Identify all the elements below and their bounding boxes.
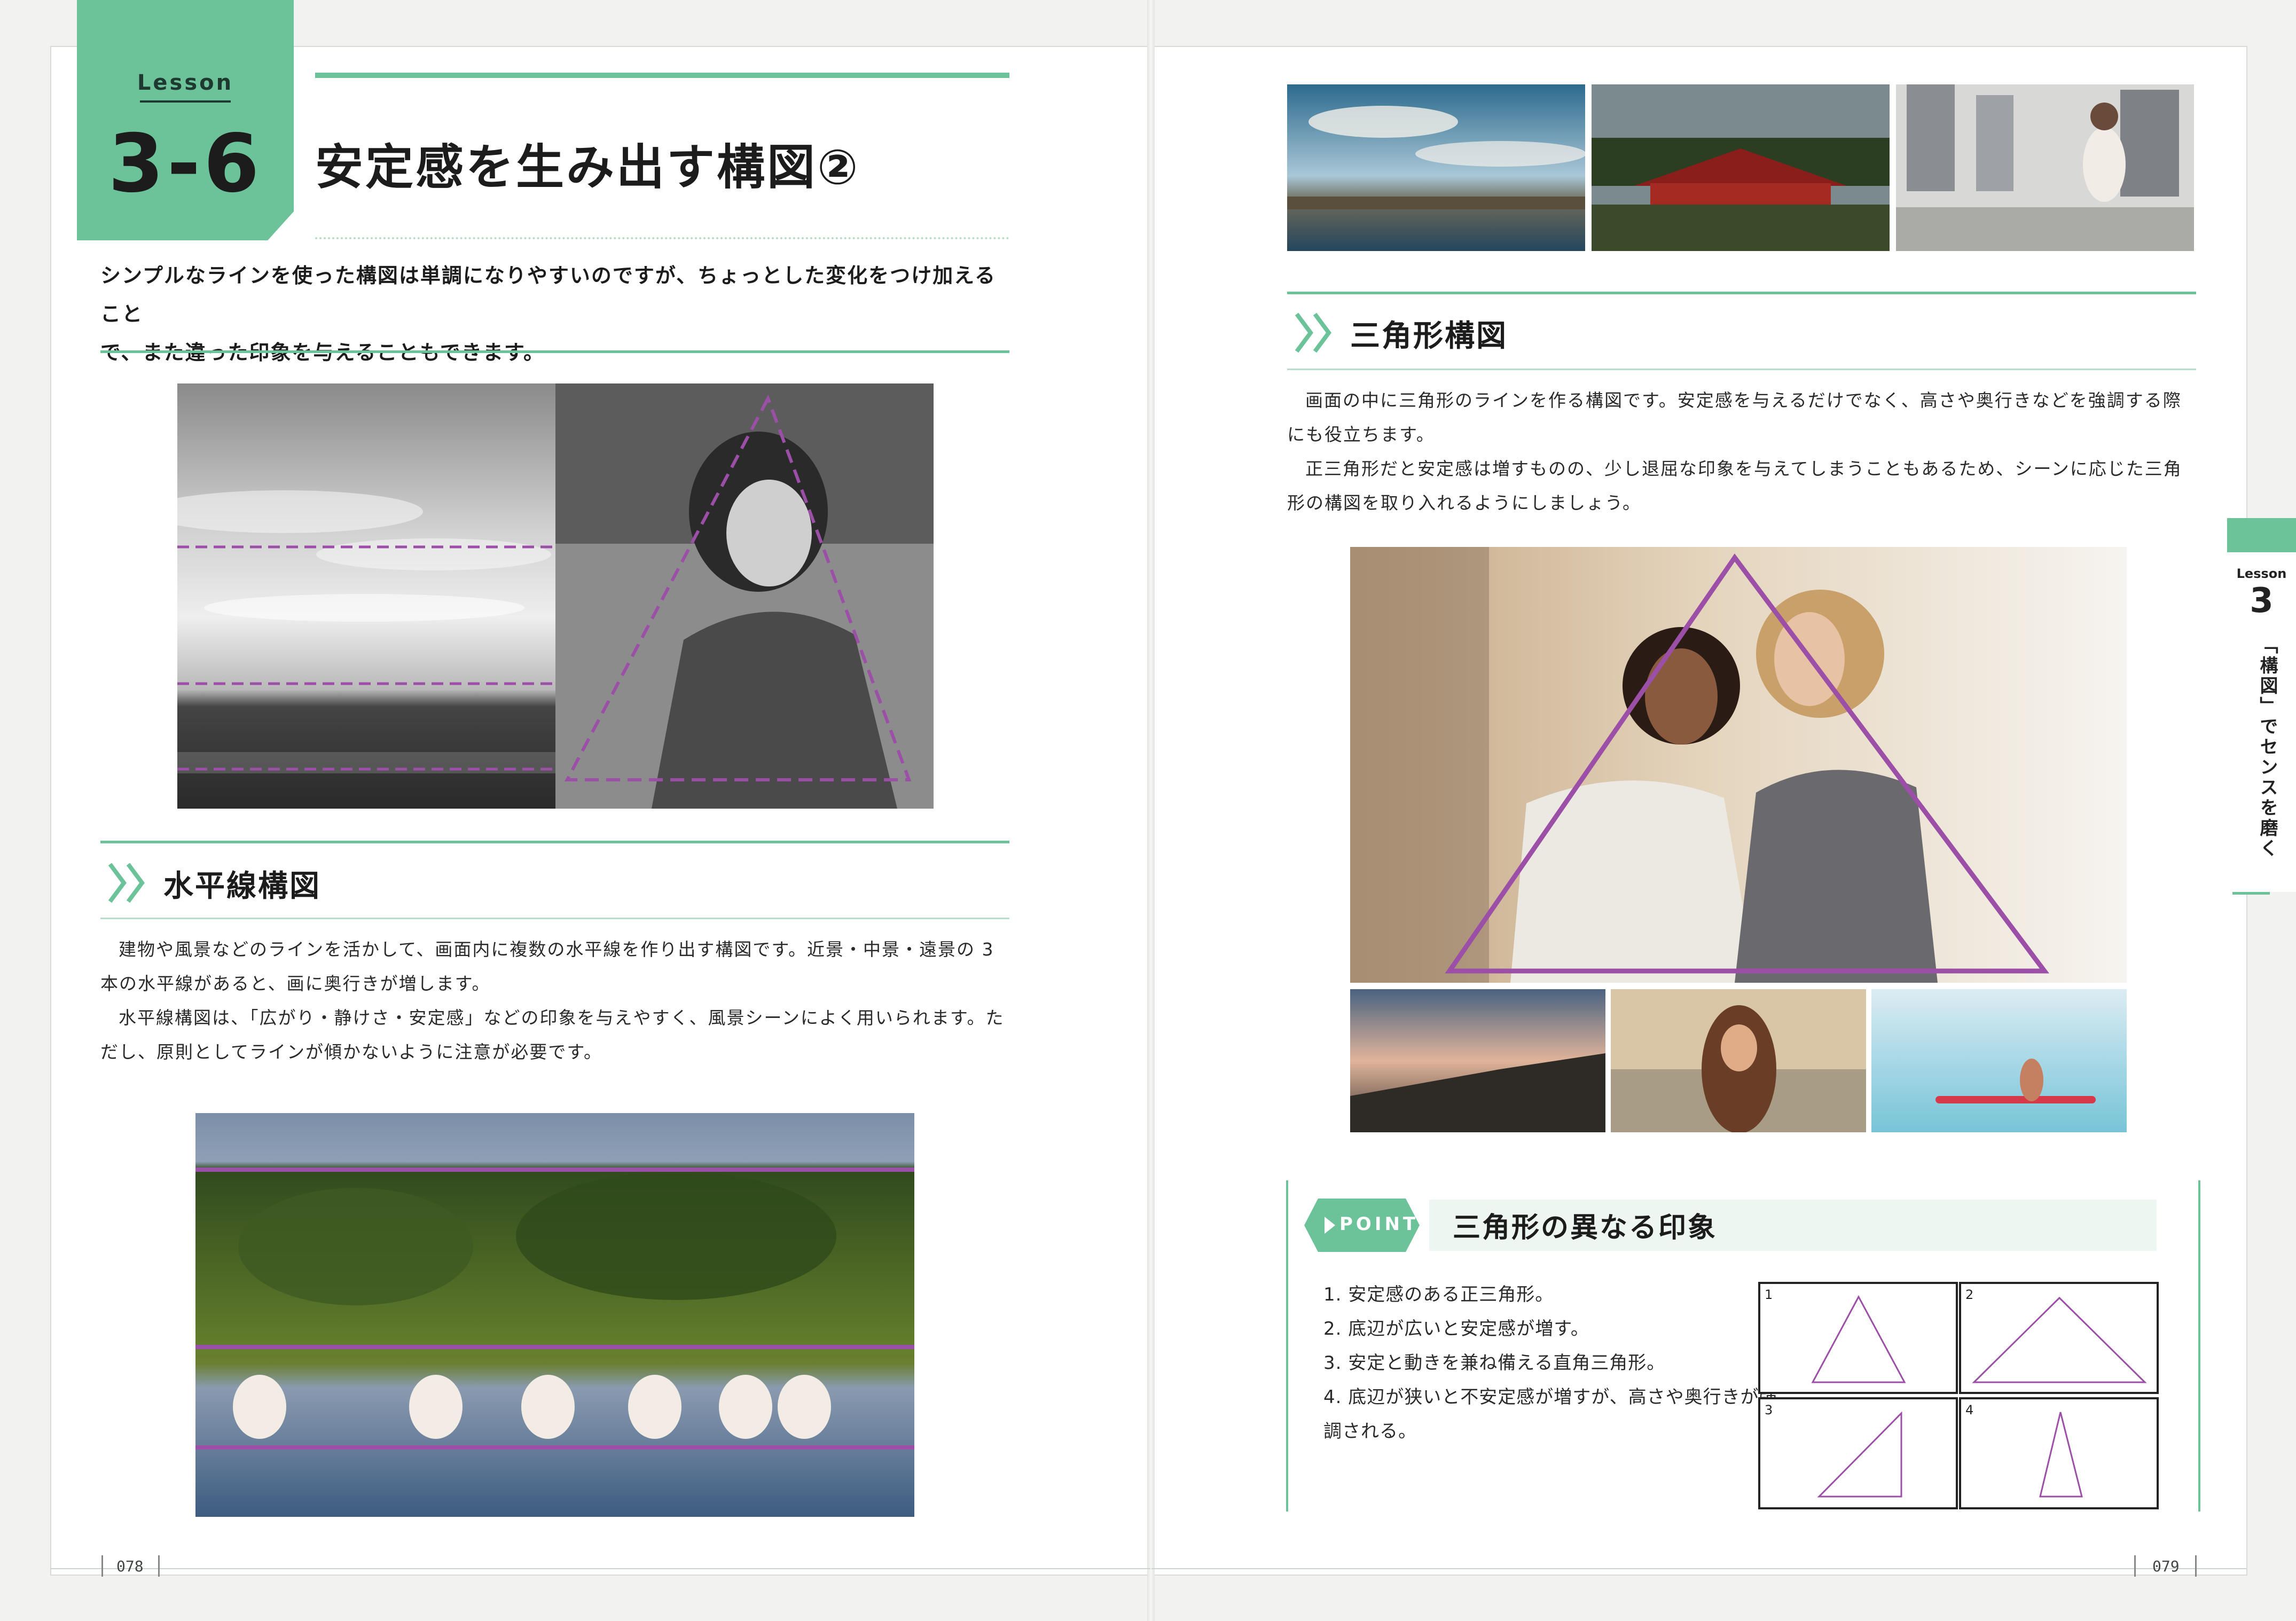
point-item: 2. 底辺が広いと安定感が増す。 [1323,1318,1589,1340]
lesson-badge: Lesson 3-6 [77,0,294,240]
bw-landscape-photo [177,383,555,809]
triangle-diagram-1: 1 [1758,1282,1958,1394]
intro-rule [100,350,1009,353]
section-heading-horizontal: 水平線構図 [163,869,321,904]
sunset-coast-photo [1350,989,1605,1132]
side-tab-number: 3 [2250,581,2274,621]
book-gutter [1147,0,1155,1621]
triangle-diagram-3: 3 [1758,1397,1958,1509]
triangle-diagram-4: 4 [1959,1397,2159,1509]
section-top-rule [100,841,1009,843]
title-bar [315,73,1009,78]
pelican-photo [195,1113,914,1517]
triangle-section-body: 画面の中に三角形のラインを作る構図です。安定感を与えるだけでなく、高さや奥行きな… [1287,383,2196,520]
left-footer-rule [50,1568,1150,1569]
page-number-divider [2134,1555,2136,1577]
body-paragraph: 水平線構図は、「広がり・静けさ・安定感」などの印象を与えやすく、風景シーンによく… [100,1007,1005,1062]
body-paragraph: 正三角形だと安定感は増すものの、少し退屈な印象を与えてしまうこともあるため、シー… [1287,458,2182,513]
point-item: 1. 安定感のある正三角形。 [1323,1284,1554,1305]
point-item: 3. 安定と動きを兼ね備える直角三角形。 [1323,1352,1666,1374]
point-list: 1. 安定感のある正三角形。 2. 底辺が広いと安定感が増す。 3. 安定と動き… [1323,1278,1783,1448]
double-chevron-icon [1295,312,1331,353]
bw-portrait-photo [555,383,934,809]
point-badge-label: POINT [1339,1213,1419,1235]
woman-beach-photo [1611,989,1866,1132]
side-tab-accent [2227,518,2296,552]
section-heading-triangle: 三角形構図 [1350,319,1508,354]
point-title: 三角形の異なる印象 [1453,1212,1718,1244]
lesson-number: 3-6 [108,118,263,210]
body-paragraph: 建物や風景などのラインを活かして、画面内に複数の水平線を作り出す構図です。近景・… [100,939,994,994]
lesson-underline [140,100,231,103]
side-tab-bar [2232,892,2270,895]
city-waterfront-photo [1287,84,1585,251]
double-chevron-icon [108,863,145,903]
side-tab-lesson-label: Lesson [2236,566,2287,581]
page-number-divider [2195,1555,2197,1577]
book-spread: Lesson 3-6 安定感を生み出す構図② シンプルなラインを使った構図は単調… [0,0,2296,1621]
page-number-left: 078 [116,1557,144,1575]
horizontal-section-body: 建物や風景などのラインを活かして、画面内に複数の水平線を作り出す構図です。近景・… [100,933,1009,1069]
lesson-label: Lesson [137,71,234,95]
chapter-side-tab: Lesson 3 「構図」でセンスを磨く [2227,518,2296,895]
two-women-photo [1350,547,2127,983]
paddleboard-photo [1871,989,2127,1132]
triangle-diagram-2: 2 [1959,1282,2159,1394]
title-dotted-rule [315,237,1009,239]
section-heading-rule [100,918,1009,919]
point-item: 4. 底辺が狭いと不安定感が増すが、高さや奥行きが強調される。 [1323,1387,1778,1442]
section-heading-rule [1287,369,2196,370]
intro-line-1: シンプルなラインを使った構図は単調になりやすいのですが、ちょっとした変化をつけ加… [100,264,996,326]
page-number-divider [158,1555,160,1577]
right-footer-rule [1151,1568,2246,1569]
play-triangle-icon [1325,1217,1335,1234]
page-number-divider [101,1555,103,1577]
point-badge: POINT [1304,1199,1420,1252]
page-title: 安定感を生み出す構図② [315,139,860,195]
side-tab-chapter-title: 「構図」でセンスを磨く [2256,636,2278,859]
page-number-right: 079 [2152,1557,2180,1575]
body-paragraph: 画面の中に三角形のラインを作る構図です。安定感を与えるだけでなく、高さや奥行きな… [1287,390,2182,445]
intro-text: シンプルなラインを使った構図は単調になりやすいのですが、ちょっとした変化をつけ加… [100,256,1014,372]
section-top-rule [1287,292,2196,294]
urban-portrait-photo [1896,84,2194,251]
temple-photo [1592,84,1890,251]
